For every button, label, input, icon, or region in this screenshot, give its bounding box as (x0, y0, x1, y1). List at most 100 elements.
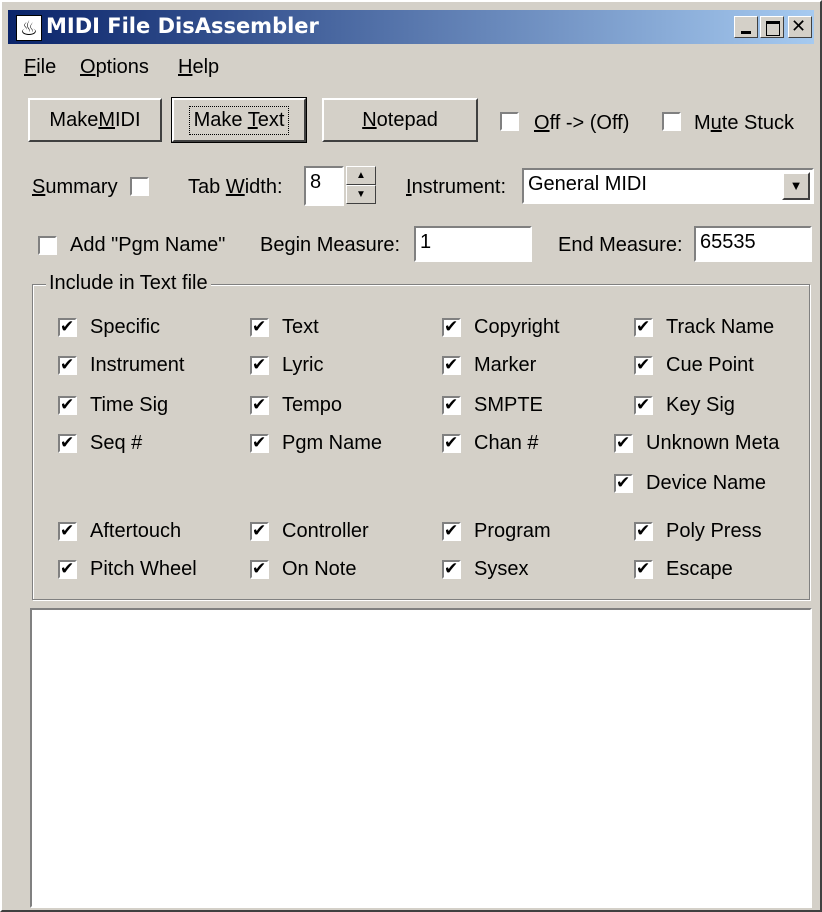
instrument-value: General MIDI (528, 173, 647, 195)
include-tempo-checkbox[interactable] (250, 395, 269, 415)
summary-checkbox[interactable] (130, 177, 149, 196)
include-track-name-checkbox[interactable] (634, 317, 653, 337)
include-copyright-checkbox[interactable] (442, 317, 461, 337)
tab-width-spinner[interactable]: ▲ ▼ (346, 166, 376, 204)
off-label: Off -> (Off) (534, 112, 629, 135)
include-pgm-name-label: Pgm Name (282, 432, 383, 454)
menu-help[interactable]: Help (178, 56, 219, 79)
add-pgm-name-label: Add "Pgm Name" (70, 234, 226, 256)
minimize-icon (741, 31, 751, 34)
make-midi-button[interactable]: Make M IDI (28, 98, 162, 142)
include-text-checkbox[interactable] (250, 317, 269, 337)
close-button[interactable]: ✕ (788, 16, 812, 38)
include-controller-label: Controller (282, 520, 369, 542)
menu-file-label: ile (36, 56, 57, 78)
include-pitch-wheel-checkbox[interactable] (58, 559, 77, 579)
mute-stuck-post: te Stuck (721, 112, 795, 134)
mute-stuck-checkbox[interactable] (662, 112, 681, 131)
off-mnemonic: O (534, 112, 550, 134)
include-escape-checkbox[interactable] (634, 559, 653, 579)
tab-width-mnemonic: W (225, 176, 245, 198)
end-measure-field[interactable]: 65535 (694, 226, 812, 262)
include-unknown-meta-label: Unknown Meta (646, 432, 780, 454)
include-key-sig-checkbox[interactable] (634, 395, 653, 415)
include-marker-label: Marker (474, 354, 537, 376)
instrument-post: nstrument: (411, 176, 507, 198)
include-seq-label: Seq # (90, 432, 143, 454)
make-text-post: ext (257, 108, 285, 131)
include-aftertouch-label: Aftertouch (90, 520, 182, 542)
summary-label: Summary (32, 176, 118, 199)
make-midi-mnemonic: M (98, 108, 115, 131)
include-program-checkbox[interactable] (442, 521, 461, 541)
include-lyric-checkbox[interactable] (250, 355, 269, 375)
include-sysex-checkbox[interactable] (442, 559, 461, 579)
include-specific-checkbox[interactable] (58, 317, 77, 337)
begin-measure-label: Begin Measure: (260, 234, 401, 256)
include-smpte-label: SMPTE (474, 394, 543, 416)
include-instrument-label: Instrument (90, 354, 185, 376)
maximize-button[interactable] (760, 16, 784, 38)
chevron-down-icon[interactable]: ▼ (782, 172, 810, 200)
main-window: ♨ MIDI File DisAssembler ✕ File Options … (0, 0, 822, 912)
include-controller-checkbox[interactable] (250, 521, 269, 541)
include-copyright-label: Copyright (474, 316, 560, 338)
instrument-select[interactable]: General MIDI ▼ (522, 168, 814, 204)
summary-post: ummary (45, 176, 118, 198)
tab-width-post: idth: (244, 176, 283, 198)
include-pitch-wheel-label: Pitch Wheel (90, 558, 197, 580)
close-icon: ✕ (791, 16, 807, 37)
make-text-pre: Make (193, 108, 248, 131)
include-instrument-checkbox[interactable] (58, 355, 77, 375)
make-text-mnemonic: T (247, 108, 258, 131)
make-text-focus: Make Text (188, 105, 290, 135)
include-cue-point-checkbox[interactable] (634, 355, 653, 375)
off-checkbox[interactable] (500, 112, 519, 131)
instrument-label: Instrument: (406, 176, 506, 199)
tab-width-pre: Tab (188, 176, 226, 198)
tab-width-field[interactable]: 8 (304, 166, 344, 206)
include-seq-checkbox[interactable] (58, 433, 77, 453)
menu-options-label: ptions (95, 56, 149, 78)
off-post: ff -> (Off) (549, 112, 630, 134)
add-pgm-name-checkbox[interactable] (38, 236, 57, 255)
output-text-area[interactable] (30, 608, 812, 908)
include-device-name-label: Device Name (646, 472, 767, 494)
menu-file[interactable]: File (24, 56, 56, 79)
notepad-post: otepad (376, 108, 438, 131)
include-unknown-meta-checkbox[interactable] (614, 433, 633, 453)
end-measure-label: End Measure: (558, 234, 683, 256)
music-clef-icon[interactable]: ♨ (16, 15, 42, 41)
minimize-button[interactable] (734, 16, 758, 38)
make-text-button[interactable]: Make Text (171, 97, 307, 143)
mute-stuck-pre: M (694, 112, 711, 134)
include-smpte-checkbox[interactable] (442, 395, 461, 415)
menu-help-label: elp (192, 56, 220, 78)
maximize-icon (766, 21, 780, 36)
include-time-sig-checkbox[interactable] (58, 395, 77, 415)
mute-stuck-mnemonic: u (710, 112, 722, 134)
spin-up-icon[interactable]: ▲ (346, 166, 376, 185)
include-poly-press-checkbox[interactable] (634, 521, 653, 541)
menu-options[interactable]: Options (80, 56, 149, 79)
mute-stuck-label: Mute Stuck (694, 112, 794, 135)
include-specific-label: Specific (90, 316, 161, 338)
notepad-button[interactable]: Notepad (322, 98, 478, 142)
include-escape-label: Escape (666, 558, 733, 580)
include-text-label: Text (282, 316, 319, 338)
include-on-note-checkbox[interactable] (250, 559, 269, 579)
include-chan-label: Chan # (474, 432, 539, 454)
include-cue-point-label: Cue Point (666, 354, 754, 376)
include-tempo-label: Tempo (282, 394, 343, 416)
include-marker-checkbox[interactable] (442, 355, 461, 375)
include-chan-checkbox[interactable] (442, 433, 461, 453)
spin-down-icon[interactable]: ▼ (346, 185, 376, 204)
include-track-name-label: Track Name (666, 316, 775, 338)
begin-measure-field[interactable]: 1 (414, 226, 532, 262)
include-pgm-name-checkbox[interactable] (250, 433, 269, 453)
summary-mnemonic: S (32, 176, 46, 198)
title-bar[interactable]: ♨ MIDI File DisAssembler ✕ (8, 10, 814, 44)
include-aftertouch-checkbox[interactable] (58, 521, 77, 541)
include-device-name-checkbox[interactable] (614, 473, 633, 493)
window-title: MIDI File DisAssembler (46, 14, 319, 38)
